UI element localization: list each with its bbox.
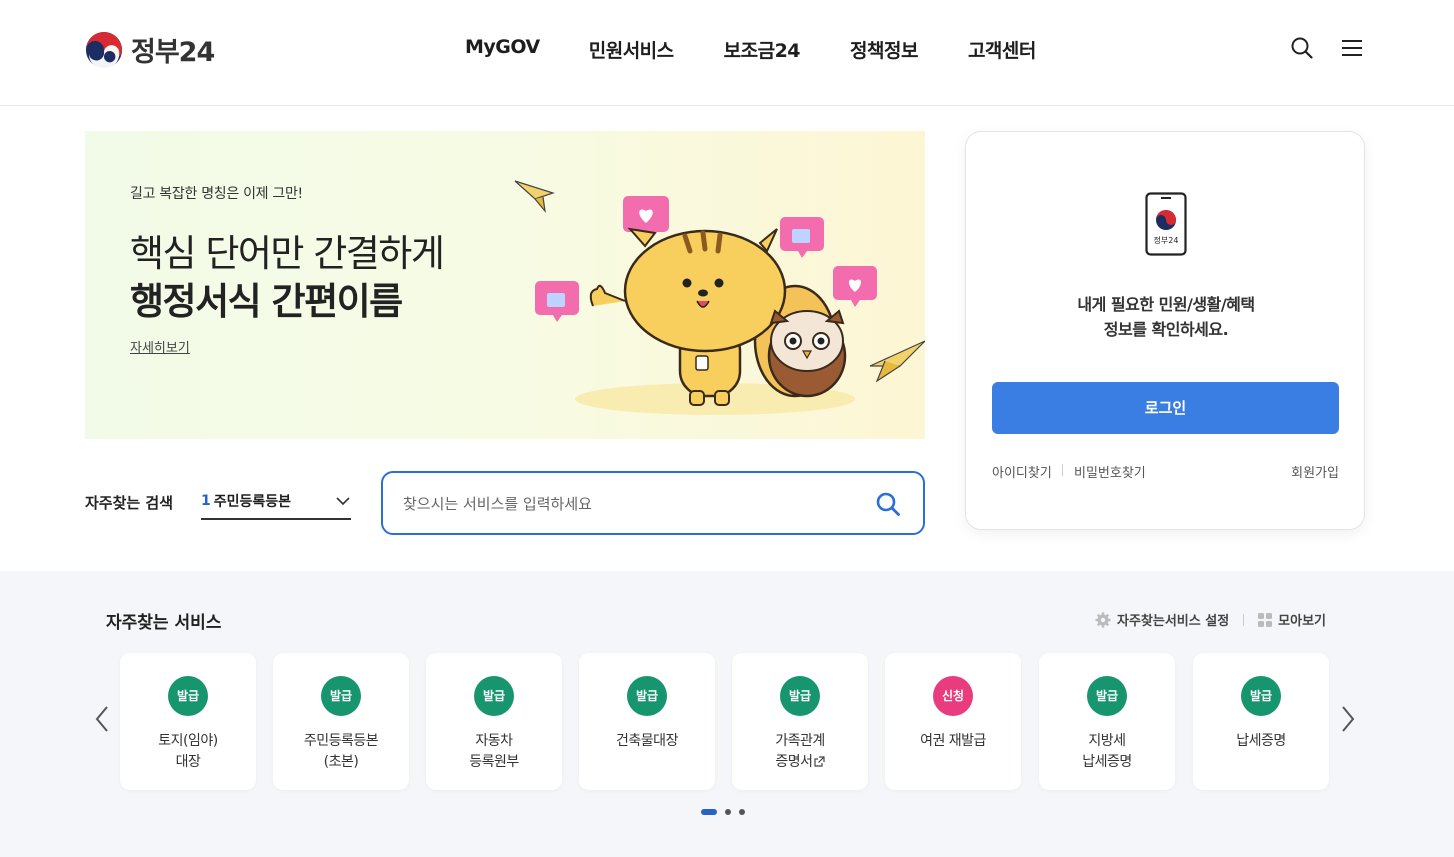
site-header: 정부24 MyGOV 민원서비스 보조금24 정책정보 고객센터: [0, 0, 1454, 106]
service-card-resident-register[interactable]: 발급 주민등록등본 (초본): [273, 653, 409, 790]
banner-title-line1: 핵심 단어만 간결하게: [130, 232, 445, 275]
external-link-icon: [813, 756, 825, 767]
frequent-search-label: 자주찾는 검색: [85, 494, 174, 512]
grid-icon: [1258, 612, 1273, 627]
service-label: 지방세 납세증명: [1082, 733, 1132, 770]
find-id-link[interactable]: 아이디찾기: [992, 462, 1052, 481]
rank-term: 주민등록등본: [213, 494, 292, 510]
nav-mygov[interactable]: MyGOV: [465, 36, 540, 63]
paper-plane-icon: [869, 340, 925, 383]
pagination-dot[interactable]: [725, 809, 731, 815]
find-password-link[interactable]: 비밀번호찾기: [1074, 462, 1146, 481]
issue-badge: 발급: [627, 676, 667, 716]
header-tools: [1290, 36, 1364, 60]
section-tools: 자주찾는서비스 설정 모아보기: [1095, 610, 1326, 629]
pagination-dot[interactable]: [739, 809, 745, 815]
issue-badge: 발급: [321, 676, 361, 716]
divider: [1062, 464, 1063, 476]
service-label: 납세증명: [1236, 733, 1286, 749]
service-card-local-tax-certificate[interactable]: 발급 지방세 납세증명: [1039, 653, 1175, 790]
paper-plane-icon: [514, 180, 555, 214]
banner-more-link[interactable]: 자세히보기: [130, 337, 190, 356]
nav-civil-service[interactable]: 민원서비스: [589, 36, 674, 63]
view-all-button[interactable]: 모아보기: [1258, 610, 1326, 629]
service-label: 여권 재발급: [920, 733, 986, 749]
banner-subtitle: 길고 복잡한 명칭은 이제 그만!: [130, 186, 303, 202]
service-card-vehicle-register[interactable]: 발급 자동차 등록원부: [426, 653, 562, 790]
service-card-passport-reissue[interactable]: 신청 여권 재발급: [885, 653, 1021, 790]
service-search-box: [381, 471, 925, 535]
issue-badge: 발급: [780, 676, 820, 716]
banner-illustration: [514, 180, 925, 415]
apply-badge: 신청: [933, 676, 973, 716]
carousel-pagination: [701, 809, 745, 815]
service-label: 가족관계 증명서: [775, 733, 825, 770]
main-nav: MyGOV 민원서비스 보조금24 정책정보 고객센터: [465, 36, 1036, 63]
login-message: 내게 필요한 민원/생활/혜택 정보를 확인하세요.: [1077, 295, 1255, 339]
carousel-prev-arrow-icon[interactable]: [92, 704, 112, 734]
search-input[interactable]: [403, 491, 843, 517]
divider: [1243, 613, 1245, 626]
rank-number: 1: [201, 493, 211, 509]
login-panel: 정부24 내게 필요한 민원/생활/혜택 정보를 확인하세요. 로그인 아이디찾…: [965, 131, 1365, 530]
service-card-land-register[interactable]: 발급 토지(임야) 대장: [120, 653, 256, 790]
menu-icon[interactable]: [1340, 36, 1364, 60]
heart-bubble-icon: [833, 266, 877, 307]
section-title: 자주찾는 서비스: [106, 613, 222, 633]
thumbs-up-bubble-icon: [780, 217, 824, 258]
service-card-tax-certificate[interactable]: 발급 납세증명: [1193, 653, 1329, 790]
chevron-down-icon: [336, 497, 350, 506]
mobile-phone-icon: 정부24: [1145, 192, 1187, 256]
gear-icon: [1095, 612, 1111, 627]
nav-subsidy24[interactable]: 보조금24: [724, 36, 801, 63]
service-card-family-certificate[interactable]: 발급 가족관계 증명서: [732, 653, 868, 790]
carousel-next-arrow-icon[interactable]: [1338, 704, 1358, 734]
frequent-search-dropdown[interactable]: 1 주민등록등본: [201, 484, 351, 520]
service-cards: 발급 토지(임야) 대장 발급 주민등록등본 (초본) 발급 자동차 등록원부 발급 …: [120, 653, 1330, 790]
service-label: 주민등록등본 (초본): [303, 733, 379, 770]
pagination-dot[interactable]: [701, 809, 717, 815]
service-label: 자동차 등록원부: [469, 733, 519, 770]
sign-up-link[interactable]: 회원가입: [1291, 462, 1339, 481]
nav-policy-info[interactable]: 정책정보: [850, 36, 918, 63]
issue-badge: 발급: [1241, 676, 1281, 716]
issue-badge: 발급: [168, 676, 208, 716]
taegeuk-logo-icon: [85, 31, 123, 69]
service-label: 토지(임야) 대장: [158, 733, 218, 770]
logo-text: 정부24: [131, 37, 215, 68]
service-card-building-register[interactable]: 발급 건축물대장: [579, 653, 715, 790]
banner-title-line2: 행정서식 간편이름: [130, 280, 403, 323]
svg-text:정부24: 정부24: [1154, 235, 1179, 245]
login-button[interactable]: 로그인: [992, 382, 1339, 434]
nav-customer-center[interactable]: 고객센터: [968, 36, 1036, 63]
owl-character: [767, 309, 847, 398]
hero-banner[interactable]: 길고 복잡한 명칭은 이제 그만! 핵심 단어만 간결하게 행정서식 간편이름 …: [85, 131, 925, 439]
search-icon[interactable]: [1290, 36, 1314, 60]
service-label: 건축물대장: [616, 733, 678, 749]
thumbs-up-bubble-icon: [535, 281, 579, 322]
frequent-services-section: 자주찾는 서비스 자주찾는서비스 설정 모아보기 발급 토지(임야) 대장 발급 …: [0, 571, 1454, 857]
issue-badge: 발급: [1087, 676, 1127, 716]
issue-badge: 발급: [474, 676, 514, 716]
frequent-settings-button[interactable]: 자주찾는서비스 설정: [1095, 610, 1229, 629]
site-logo[interactable]: 정부24: [85, 30, 215, 69]
search-icon[interactable]: [875, 491, 901, 517]
